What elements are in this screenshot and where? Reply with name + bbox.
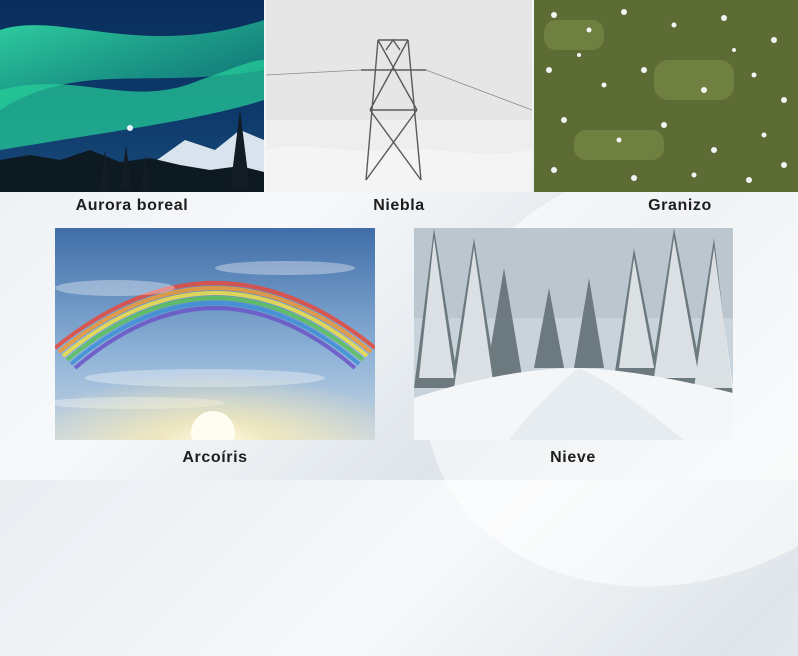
hail-label: Granizo	[648, 197, 712, 214]
fog-label: Niebla	[373, 197, 425, 214]
hail-image	[534, 0, 798, 192]
aurora-label: Aurora boreal	[75, 197, 189, 214]
rainbow-image	[55, 228, 375, 440]
aurora-image	[0, 0, 264, 192]
snow-label: Nieve	[550, 449, 596, 466]
snow-image	[414, 228, 733, 440]
fog-image	[266, 0, 532, 192]
rainbow-label: Arcoíris	[182, 449, 248, 466]
